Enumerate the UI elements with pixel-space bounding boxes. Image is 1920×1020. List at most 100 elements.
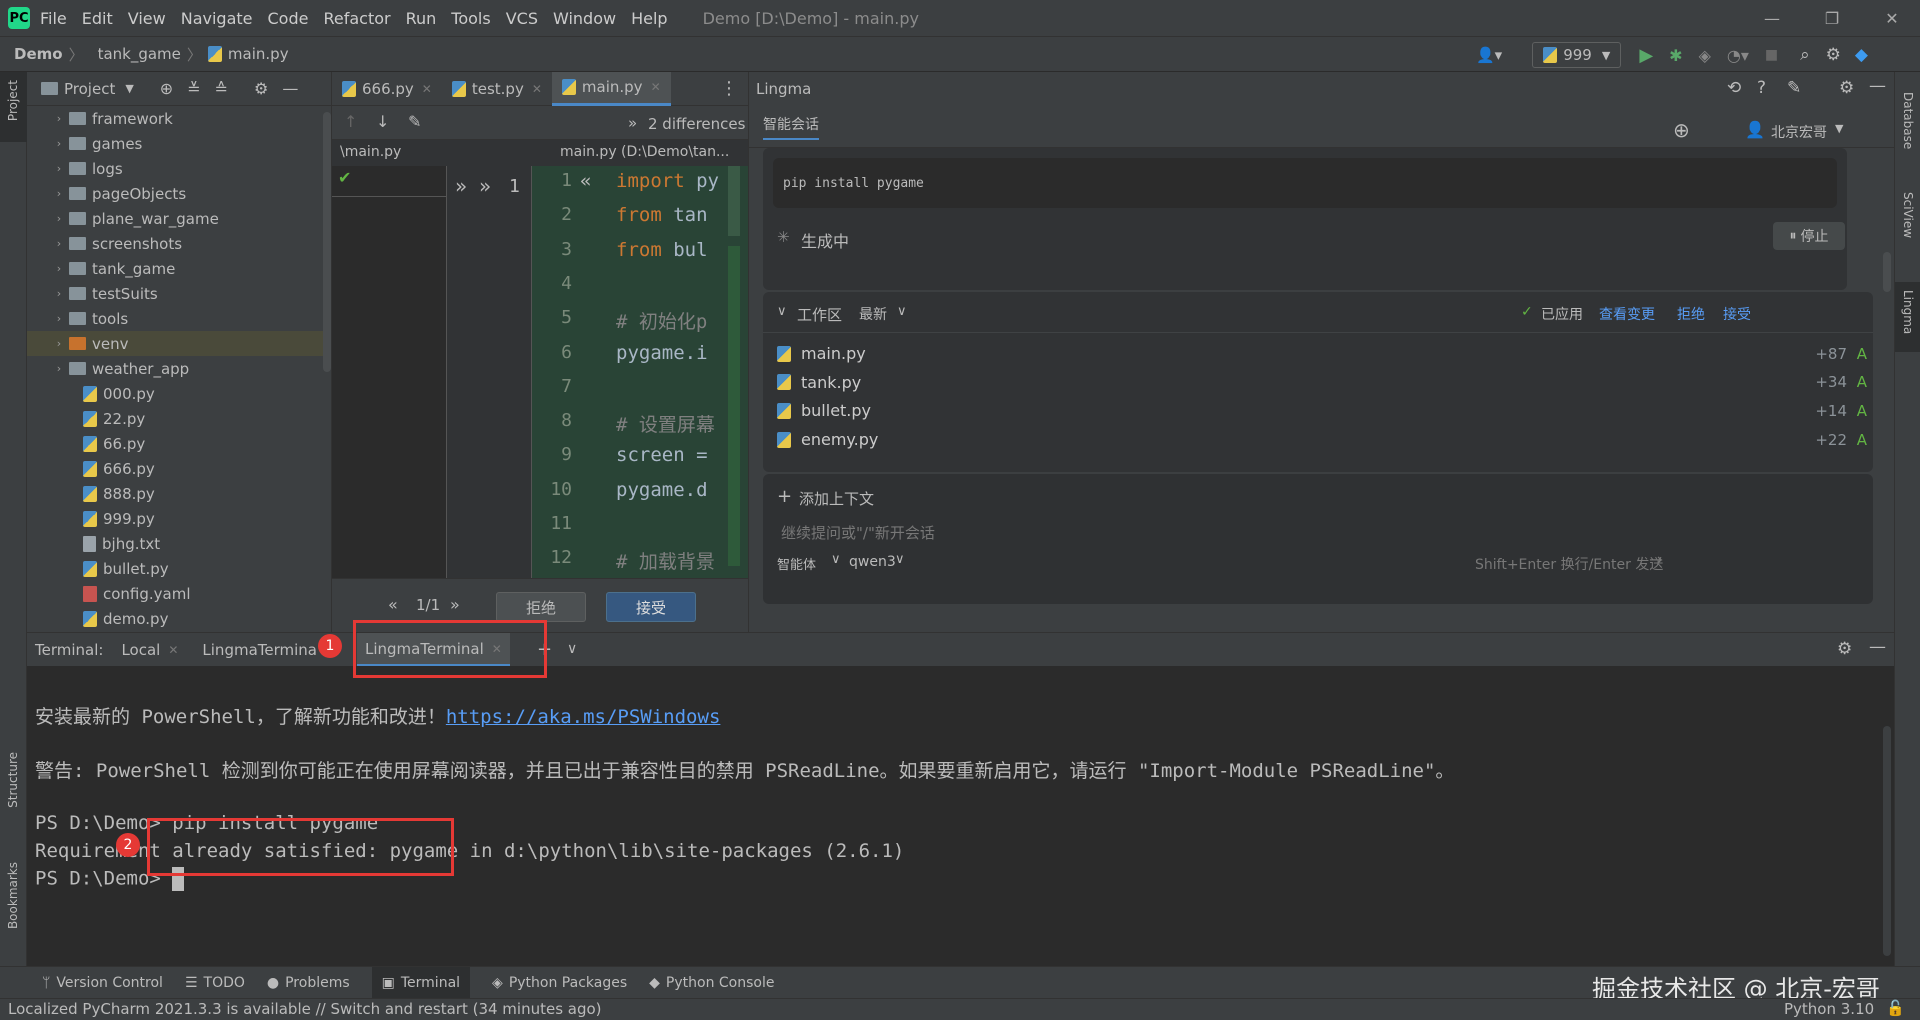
reject-link[interactable]: 拒绝 [1677,304,1705,324]
diff-left-pane[interactable]: ✔ [332,166,447,578]
tree-item[interactable]: 999.py [27,506,323,531]
workspace-sort[interactable]: 最新 [859,304,887,324]
tree-item[interactable]: › plane_war_game [27,206,323,231]
close-tab-icon[interactable]: ✕ [651,80,661,94]
sciview-stripe-label[interactable]: SciView [1901,192,1915,238]
python-packages-button[interactable]: ◈ Python Packages [492,975,627,991]
locate-icon[interactable]: ⊕ [160,79,173,98]
breadcrumb-folder[interactable]: tank_game [98,45,181,63]
scrollbar[interactable] [323,112,331,372]
tree-item[interactable]: › tools [27,306,323,331]
lingma-tool-button[interactable]: Lingma [1895,282,1920,352]
menu-tools[interactable]: Tools [451,9,490,28]
reject-button[interactable]: 拒绝 [496,592,586,622]
chevron-right-icon[interactable]: › [49,312,69,325]
menu-code[interactable]: Code [268,9,309,28]
menu-file[interactable]: File [40,9,67,28]
help-icon[interactable]: ? [1757,78,1766,98]
tree-item[interactable]: › logs [27,156,323,181]
send-arrow-icon[interactable]: → [1649,550,1662,569]
run-icon[interactable]: ▶ [1639,45,1653,66]
collapse-all-icon[interactable]: ≙ [215,79,228,98]
tree-item[interactable]: config.yaml [27,581,323,606]
revert-change-icon[interactable]: « [580,170,591,204]
chevron-right-icon[interactable]: › [49,137,69,150]
chevron-down-icon[interactable]: ▼ [1835,122,1843,135]
tree-item[interactable]: bullet.py [27,556,323,581]
menu-run[interactable]: Run [406,9,437,28]
debug-icon[interactable]: ✱ [1669,46,1682,65]
chevron-down-icon[interactable]: ∨ [831,552,841,567]
tree-item[interactable]: 888.py [27,481,323,506]
toolbox-icon[interactable]: ◆ [1855,45,1868,65]
problems-button[interactable]: ● Problems [267,975,350,991]
expand-icon[interactable]: » [628,114,637,132]
hide-icon[interactable]: — [1869,76,1886,96]
close-icon[interactable]: ✕ [1864,0,1920,36]
todo-button[interactable]: ☰ TODO [185,975,245,991]
view-changes-link[interactable]: 查看变更 [1599,304,1655,324]
close-tab-icon[interactable]: ✕ [532,82,542,96]
scrollbar[interactable] [1883,252,1891,292]
scrollbar[interactable] [1883,726,1891,956]
chevron-down-icon[interactable]: ∨ [897,304,907,319]
edit-icon[interactable]: ✎ [1787,78,1801,98]
gear-icon[interactable]: ⚙ [254,79,268,98]
search-icon[interactable]: ⌕ [1800,45,1810,65]
expand-all-icon[interactable]: ≚ [187,79,200,98]
more-tabs-icon[interactable]: ⋮ [720,78,738,99]
breadcrumb-file[interactable]: main.py [228,45,289,63]
tree-item[interactable]: › screenshots [27,231,323,256]
menu-help[interactable]: Help [631,9,667,28]
chevron-right-icon[interactable]: › [49,287,69,300]
terminal-output[interactable]: 安装最新的 PowerShell，了解新功能和改进！https://aka.ms… [27,666,1894,966]
tree-item[interactable]: 66.py [27,431,323,456]
project-tool-button[interactable]: Project [0,72,27,142]
prev-diff-icon[interactable]: ↑ [344,112,357,131]
tree-item[interactable]: › pageObjects [27,181,323,206]
bookmarks-stripe-label[interactable]: Bookmarks [6,862,20,929]
stop-button[interactable]: ⏸ 停止 [1773,222,1845,250]
menu-window[interactable]: Window [553,9,616,28]
status-message[interactable]: Localized PyCharm 2021.3.3 is available … [8,1000,602,1018]
tree-item[interactable]: 000.py [27,381,323,406]
structure-stripe-label[interactable]: Structure [6,752,20,808]
tree-item[interactable]: bjhg.txt [27,531,323,556]
chevron-down-icon[interactable]: ▼ [125,82,133,95]
scrollbar[interactable] [728,166,740,236]
interpreter-label[interactable]: Python 3.10 [1784,1000,1874,1018]
plus-icon[interactable]: + [777,486,792,507]
powershell-link[interactable]: https://aka.ms/PSWindows [446,706,721,728]
agent-select[interactable]: 智能体 [777,554,816,573]
add-context-button[interactable]: 添加上下文 [799,488,874,509]
accept-link[interactable]: 接受 [1723,304,1751,324]
chevron-right-icon[interactable]: › [49,112,69,125]
version-control-button[interactable]: ᛘ Version Control [42,975,163,991]
next-icon[interactable]: » [450,595,460,614]
user-icon[interactable]: 👤▾ [1476,46,1502,64]
chat-input[interactable]: 继续提问或"/"新开会话 [781,522,935,543]
coverage-icon[interactable]: ◈ [1699,46,1711,65]
minimize-icon[interactable]: — [1744,0,1800,36]
menu-refactor[interactable]: Refactor [323,9,390,28]
hide-icon[interactable]: — [282,79,298,98]
gear-icon[interactable]: ⚙ [1837,639,1852,659]
settings-gear-icon[interactable]: ⚙ [1826,45,1841,65]
tree-item[interactable]: demo.py [27,606,323,631]
breadcrumb-project[interactable]: Demo [14,45,63,63]
session-tab[interactable]: 智能会话 [763,114,819,140]
tree-item[interactable]: 22.py [27,406,323,431]
menu-navigate[interactable]: Navigate [181,9,253,28]
chevron-right-icon[interactable]: › [49,212,69,225]
apply-change-icon[interactable]: » [455,174,467,198]
tree-item[interactable]: › framework [27,106,323,131]
menu-edit[interactable]: Edit [82,9,113,28]
hide-icon[interactable]: — [1869,637,1886,657]
restore-icon[interactable]: ❐ [1804,0,1860,36]
tree-item[interactable]: › tank_game [27,256,323,281]
profile-icon[interactable]: ◔▾ [1727,46,1749,65]
chevron-right-icon[interactable]: › [49,187,69,200]
tab-666-py[interactable]: 666.py ✕ [332,72,442,106]
chevron-right-icon[interactable]: › [49,337,69,350]
menu-vcs[interactable]: VCS [506,9,538,28]
